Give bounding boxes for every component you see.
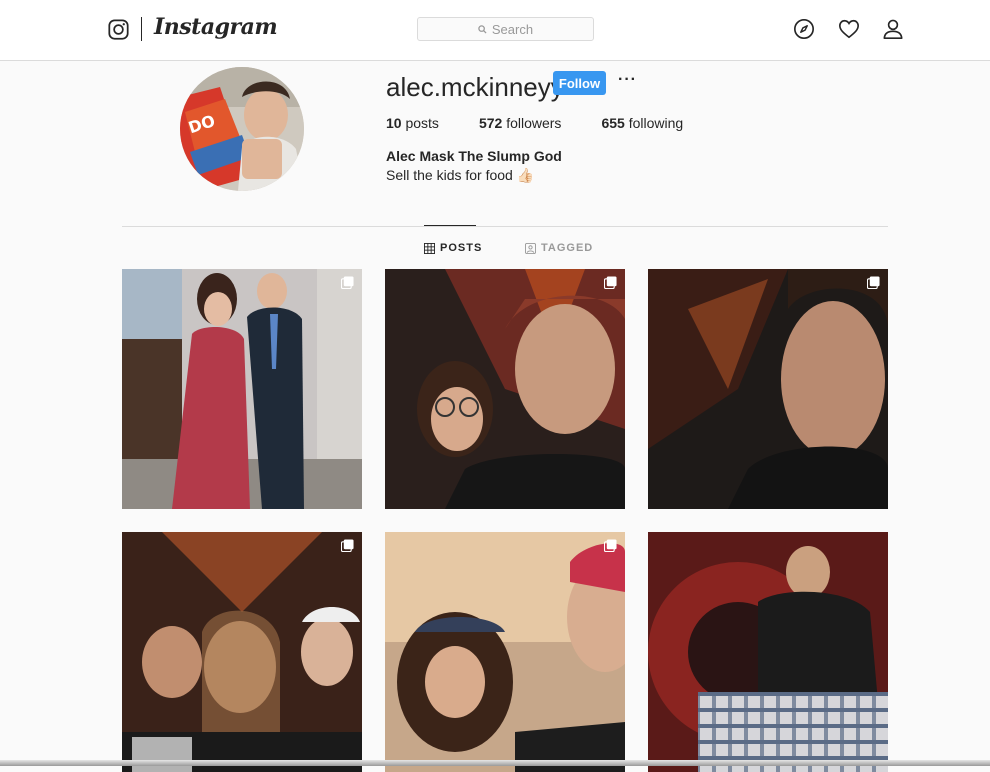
search-input[interactable]: Search [417, 17, 594, 41]
post-tile[interactable] [122, 532, 362, 772]
profile-stats: 10 posts 572 followers 655 following [386, 115, 723, 131]
explore-compass-icon[interactable] [793, 18, 815, 40]
window-bottom-edge [0, 760, 990, 766]
post-photo [385, 269, 625, 509]
follow-button[interactable]: Follow [553, 71, 606, 95]
tabs-divider [122, 226, 888, 227]
followers-label: followers [506, 115, 562, 131]
profile-full-name: Alec Mask The Slump God [386, 148, 562, 164]
grid-icon [424, 242, 435, 254]
instagram-glyph-icon[interactable] [108, 19, 129, 40]
post-tile[interactable] [122, 269, 362, 509]
followers-count: 572 [478, 115, 503, 131]
carousel-icon [604, 539, 617, 552]
tagged-icon [525, 242, 536, 254]
profile-username: alec.mckinneyy [386, 72, 564, 102]
post-photo [648, 532, 888, 772]
activity-heart-icon[interactable] [838, 18, 860, 40]
profile-bio: Sell the kids for food 👍🏻 [386, 167, 535, 183]
post-photo [122, 532, 362, 772]
post-tile[interactable] [648, 532, 888, 772]
carousel-icon [341, 539, 354, 552]
followers-stat[interactable]: 572 followers [479, 115, 562, 131]
posts-count: 10 [386, 115, 402, 131]
post-tile[interactable] [385, 269, 625, 509]
avatar-photo: DO [180, 67, 304, 191]
post-photo [648, 269, 888, 509]
post-photo [122, 269, 362, 509]
carousel-icon [867, 276, 880, 289]
instagram-wordmark[interactable]: Instagram [154, 14, 278, 40]
tab-tagged[interactable]: TAGGED [525, 242, 593, 254]
post-tile[interactable] [648, 269, 888, 509]
tab-posts[interactable]: POSTS [424, 225, 483, 254]
more-options-icon[interactable]: ··· [618, 71, 637, 89]
logo-divider [141, 17, 142, 41]
tab-posts-label: POSTS [440, 242, 483, 254]
post-tile[interactable] [385, 532, 625, 772]
search-placeholder: Search [491, 21, 534, 37]
posts-label: posts [405, 115, 439, 131]
following-label: following [628, 115, 684, 131]
following-stat[interactable]: 655 following [601, 115, 683, 131]
carousel-icon [341, 276, 354, 289]
profile-header: DO alec.mckinneyy Follow ··· 10 posts 57… [0, 61, 990, 226]
following-count: 655 [601, 115, 625, 131]
posts-stat: 10 posts [386, 115, 439, 131]
avatar[interactable]: DO [180, 67, 304, 191]
tab-tagged-label: TAGGED [541, 242, 594, 254]
carousel-icon [604, 276, 617, 289]
top-navigation-bar: Instagram Search [0, 0, 990, 61]
search-icon [478, 24, 487, 34]
post-photo [385, 532, 625, 772]
profile-person-icon[interactable] [882, 18, 904, 40]
